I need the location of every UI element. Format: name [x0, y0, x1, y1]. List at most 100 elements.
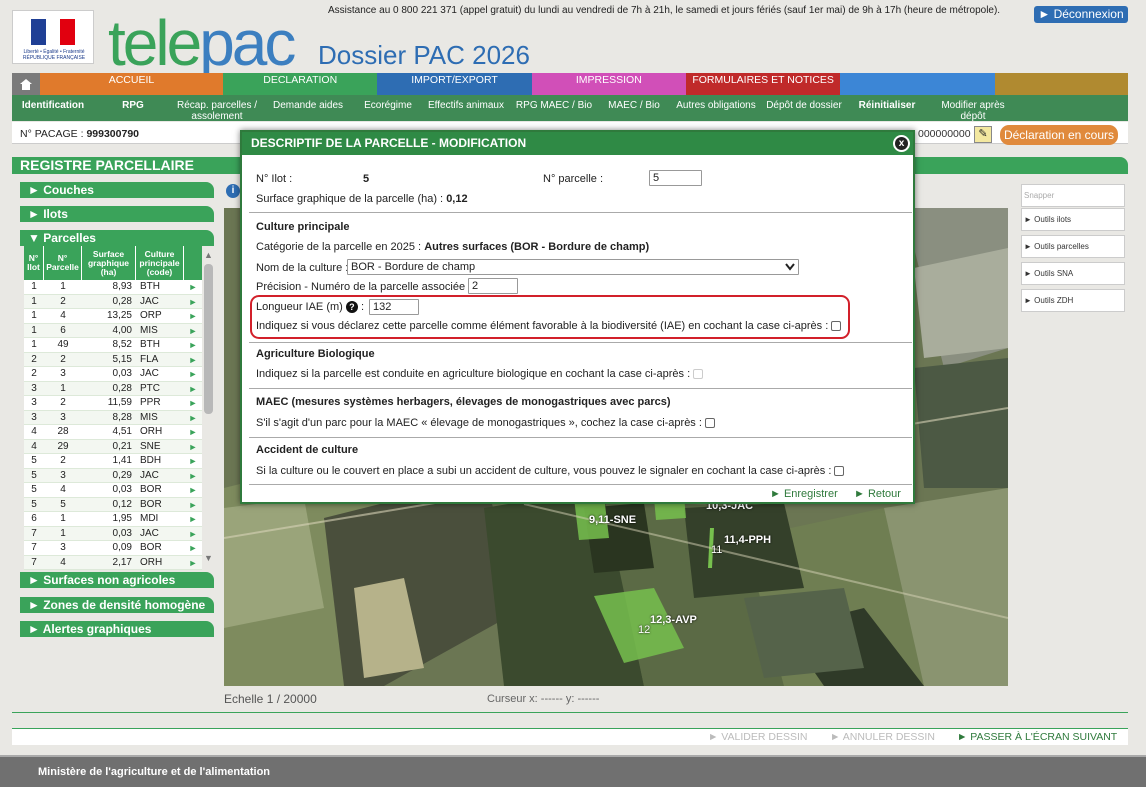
- table-row[interactable]: 4 29 0,21 SNE ►: [24, 439, 202, 454]
- outils-ilots[interactable]: ► Outils ilots: [1021, 208, 1125, 231]
- sidebar-alertes-graphiques[interactable]: ► Alertes graphiques: [20, 621, 214, 637]
- menu-import-export[interactable]: IMPORT/EXPORT: [377, 73, 532, 95]
- help-icon[interactable]: ?: [345, 301, 358, 313]
- submenu-identification[interactable]: Identification: [12, 95, 94, 121]
- table-row[interactable]: 1 49 8,52 BTH ►: [24, 338, 202, 353]
- submenu-rpg[interactable]: RPG: [94, 95, 172, 121]
- submenu-depot-dossier[interactable]: Dépôt de dossier: [762, 95, 846, 121]
- snapper-tool[interactable]: Snapper: [1021, 184, 1125, 207]
- close-icon[interactable]: x: [893, 135, 910, 152]
- row-arrow-icon[interactable]: ►: [184, 411, 202, 425]
- enregistrer-button[interactable]: ► Enregistrer: [770, 488, 838, 500]
- table-row[interactable]: 1 4 13,25 ORP ►: [24, 309, 202, 324]
- row-arrow-icon[interactable]: ►: [184, 338, 202, 352]
- menu-extra-1[interactable]: [840, 73, 995, 95]
- submenu-reinitialiser[interactable]: Réinitialiser: [846, 95, 928, 121]
- table-row[interactable]: 2 3 0,03 JAC ►: [24, 367, 202, 382]
- bio-checkbox[interactable]: [693, 369, 704, 380]
- table-row[interactable]: 5 3 0,29 JAC ►: [24, 468, 202, 483]
- passer-ecran-suivant-button[interactable]: ► PASSER À L'ÉCRAN SUIVANT: [957, 731, 1117, 743]
- table-row[interactable]: 7 1 0,03 JAC ►: [24, 526, 202, 541]
- culture-principale-heading: Culture principale: [256, 221, 350, 233]
- row-arrow-icon[interactable]: ►: [184, 367, 202, 381]
- row-arrow-icon[interactable]: ►: [184, 483, 202, 497]
- row-arrow-icon[interactable]: ►: [184, 425, 202, 439]
- header-surface: Surface graphique (ha): [82, 246, 136, 280]
- row-arrow-icon[interactable]: ►: [184, 454, 202, 468]
- table-row[interactable]: 1 2 0,28 JAC ►: [24, 294, 202, 309]
- row-arrow-icon[interactable]: ►: [184, 469, 202, 483]
- accident-checkbox[interactable]: [834, 466, 845, 477]
- submenu-modifier-apres-depot[interactable]: Modifier après dépôt: [928, 95, 1018, 122]
- info-icon[interactable]: i: [226, 184, 240, 198]
- row-arrow-icon[interactable]: ►: [184, 396, 202, 410]
- row-arrow-icon[interactable]: ►: [184, 280, 202, 294]
- iae-text: Indiquez si vous déclarez cette parcelle…: [256, 320, 842, 332]
- menu-impression[interactable]: IMPRESSION: [531, 73, 686, 95]
- table-row[interactable]: 2 2 5,15 FLA ►: [24, 352, 202, 367]
- menu-extra-2[interactable]: [994, 73, 1129, 95]
- table-row[interactable]: 7 4 2,17 ORH ►: [24, 555, 202, 570]
- sidebar-surfaces-non-agricoles[interactable]: ► Surfaces non agricoles: [20, 572, 214, 588]
- iae-checkbox[interactable]: [831, 321, 842, 332]
- retour-button[interactable]: ► Retour: [854, 488, 901, 500]
- submenu-rpg-maec-bio[interactable]: RPG MAEC / Bio: [510, 95, 598, 121]
- precision-input[interactable]: 2: [468, 278, 518, 294]
- row-arrow-icon[interactable]: ►: [184, 324, 202, 338]
- scroll-down-icon[interactable]: ▼: [204, 553, 213, 563]
- table-row[interactable]: 6 1 1,95 MDI ►: [24, 512, 202, 527]
- outils-zdh[interactable]: ► Outils ZDH: [1021, 289, 1125, 312]
- row-arrow-icon[interactable]: ►: [184, 382, 202, 396]
- submenu-autres-obligations[interactable]: Autres obligations: [670, 95, 762, 121]
- declaration-en-cours-button[interactable]: Déclaration en cours: [1000, 125, 1118, 145]
- sidebar-couches[interactable]: ► Couches: [20, 182, 214, 198]
- deconnexion-button[interactable]: ► Déconnexion: [1034, 6, 1128, 23]
- scroll-thumb[interactable]: [204, 264, 213, 414]
- row-arrow-icon[interactable]: ►: [184, 512, 202, 526]
- menu-declaration[interactable]: DECLARATION: [223, 73, 378, 95]
- submenu-ecoregime[interactable]: Ecorégime: [354, 95, 422, 121]
- table-row[interactable]: 3 1 0,28 PTC ►: [24, 381, 202, 396]
- table-row[interactable]: 7 3 0,09 BOR ►: [24, 541, 202, 556]
- sidebar-parcelles[interactable]: ▼ Parcelles: [20, 230, 214, 246]
- table-row[interactable]: 1 1 8,93 BTH ►: [24, 280, 202, 295]
- sidebar-ilots[interactable]: ► Ilots: [20, 206, 214, 222]
- row-arrow-icon[interactable]: ►: [184, 440, 202, 454]
- home-button[interactable]: [12, 73, 40, 95]
- maec-checkbox[interactable]: [704, 418, 715, 429]
- menu-formulaires[interactable]: FORMULAIRES ET NOTICES: [685, 73, 841, 95]
- table-row[interactable]: 4 28 4,51 ORH ►: [24, 425, 202, 440]
- table-row[interactable]: 5 5 0,12 BOR ►: [24, 497, 202, 512]
- submenu-maec-bio[interactable]: MAEC / Bio: [598, 95, 670, 121]
- outils-sna[interactable]: ► Outils SNA: [1021, 262, 1125, 285]
- row-arrow-icon[interactable]: ►: [184, 353, 202, 367]
- outils-parcelles[interactable]: ► Outils parcelles: [1021, 235, 1125, 258]
- sidebar-zones-densite[interactable]: ► Zones de densité homogène: [20, 597, 214, 613]
- parcelle-input[interactable]: 5: [649, 170, 702, 186]
- table-row[interactable]: 1 6 4,00 MIS ►: [24, 323, 202, 338]
- longueur-iae-input[interactable]: 132: [369, 299, 419, 315]
- edit-icon[interactable]: ✎: [974, 126, 992, 143]
- table-scrollbar[interactable]: ▲ ▼: [203, 250, 214, 566]
- row-arrow-icon[interactable]: ►: [184, 498, 202, 512]
- table-cell: 4: [31, 440, 37, 452]
- table-row[interactable]: 5 2 1,41 BDH ►: [24, 454, 202, 469]
- submenu-demande-aides[interactable]: Demande aides: [262, 95, 354, 121]
- submenu-recap-parcelles[interactable]: Récap. parcelles / assolement: [172, 95, 262, 122]
- table-row[interactable]: 3 2 11,59 PPR ►: [24, 396, 202, 411]
- row-arrow-icon[interactable]: ►: [184, 541, 202, 555]
- table-row[interactable]: 3 3 8,28 MIS ►: [24, 410, 202, 425]
- nom-culture-select[interactable]: BOR - Bordure de champ: [347, 259, 799, 275]
- submenu-effectifs-animaux[interactable]: Effectifs animaux: [422, 95, 510, 121]
- valider-dessin-button[interactable]: ► VALIDER DESSIN: [708, 731, 807, 743]
- row-arrow-icon[interactable]: ►: [184, 295, 202, 309]
- row-arrow-icon[interactable]: ►: [184, 527, 202, 541]
- annuler-dessin-button[interactable]: ► ANNULER DESSIN: [830, 731, 935, 743]
- row-arrow-icon[interactable]: ►: [184, 309, 202, 323]
- scroll-up-icon[interactable]: ▲: [204, 250, 213, 260]
- menu-accueil[interactable]: ACCUEIL: [39, 73, 224, 95]
- row-arrow-icon[interactable]: ►: [184, 556, 202, 570]
- table-cell: BOR: [140, 484, 162, 495]
- table-cell: ORP: [140, 310, 162, 321]
- table-row[interactable]: 5 4 0,03 BOR ►: [24, 483, 202, 498]
